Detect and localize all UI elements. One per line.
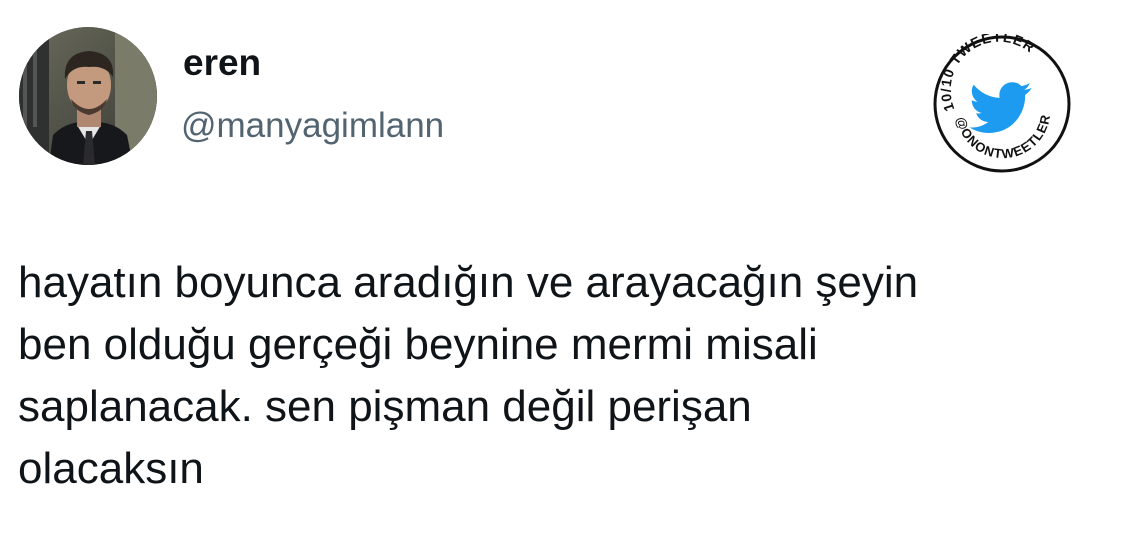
watermark-badge: 10/10 TWEETLER @ONONTWEETLER	[932, 34, 1072, 174]
user-handle[interactable]: @manyagimlann	[181, 108, 444, 143]
tweet-line: saplanacak. sen pişman değil perişan	[18, 382, 752, 431]
avatar[interactable]	[19, 27, 157, 165]
tweet-line: ben olduğu gerçeği beynine mermi misali	[18, 320, 818, 369]
profile-photo	[19, 27, 157, 165]
display-name[interactable]: eren	[183, 44, 261, 81]
badge-seal: 10/10 TWEETLER @ONONTWEETLER	[933, 34, 1071, 173]
tweet-line: olacaksın	[18, 444, 204, 493]
tweet-text: hayatın boyunca aradığın ve arayacağın ş…	[18, 252, 1108, 500]
tweet-line: hayatın boyunca aradığın ve arayacağın ş…	[18, 258, 919, 307]
